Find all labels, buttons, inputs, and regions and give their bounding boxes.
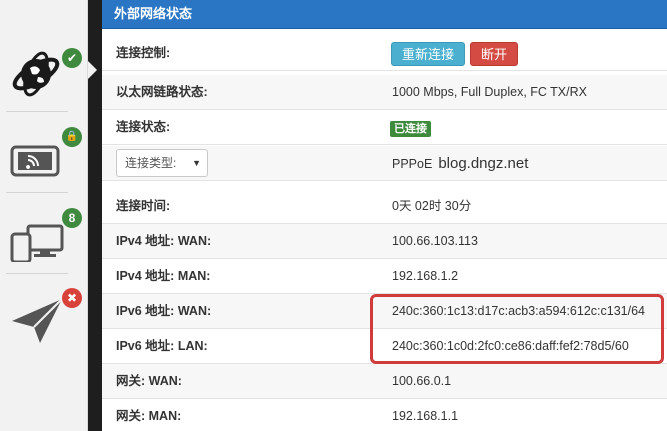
ipv4-man-value: 192.168.1.2 bbox=[392, 269, 459, 283]
gateway-man-value: 192.168.1.1 bbox=[392, 409, 459, 423]
error-badge-icon: ✖ bbox=[62, 288, 82, 308]
wifi-tablet-icon bbox=[10, 125, 66, 181]
status-badge: 已连接 bbox=[390, 121, 431, 137]
connection-status-label: 连接状态: bbox=[116, 120, 171, 134]
reconnect-button[interactable]: 重新连接 bbox=[391, 42, 466, 66]
sidebar-item-network[interactable]: ✔ bbox=[0, 32, 88, 108]
connection-time-label: 连接时间: bbox=[116, 199, 171, 213]
blog-annotation: blog.dngz.net bbox=[438, 155, 529, 172]
check-badge-icon: ✔ bbox=[62, 48, 82, 68]
lock-badge-icon: 🔒 bbox=[62, 127, 82, 147]
gateway-man-label: 网关: MAN: bbox=[116, 409, 182, 423]
row-connection-control: 连接控制: 重新连接 断开 bbox=[102, 36, 667, 71]
row-ethernet-link: 以太网链路状态: 1000 Mbps, Full Duplex, FC TX/R… bbox=[102, 75, 667, 110]
row-gateway-man: 网关: MAN: 192.168.1.1 bbox=[102, 399, 667, 431]
external-network-status-panel: 外部网络状态 连接控制: 重新连接 断开 以太网链路状态: 1000 Mbps,… bbox=[102, 0, 667, 431]
row-connection-type: 连接类型: ▼ PPPoE blog.dngz.net bbox=[102, 146, 667, 181]
globe-network-icon bbox=[10, 44, 66, 100]
divider bbox=[6, 111, 68, 112]
row-connection-status: 连接状态: 已连接 bbox=[102, 110, 667, 145]
gateway-wan-label: 网关: WAN: bbox=[116, 374, 182, 388]
row-ipv4-man: IPv4 地址: MAN: 192.168.1.2 bbox=[102, 259, 667, 294]
divider bbox=[6, 192, 68, 193]
ipv4-wan-value: 100.66.103.113 bbox=[392, 234, 478, 248]
sidebar: ✔ 🔒 8 ✖ bbox=[0, 0, 97, 431]
ipv4-man-label: IPv4 地址: MAN: bbox=[116, 269, 211, 283]
row-gateway-wan: 网关: WAN: 100.66.0.1 bbox=[102, 364, 667, 399]
divider bbox=[6, 273, 68, 274]
device-count-badge: 8 bbox=[62, 208, 82, 228]
disconnect-button[interactable]: 断开 bbox=[470, 42, 519, 66]
paper-plane-icon bbox=[10, 287, 66, 343]
ethernet-link-label: 以太网链路状态: bbox=[116, 85, 208, 99]
chevron-down-icon: ▼ bbox=[192, 158, 201, 168]
row-connection-time: 连接时间: 0天 02时 30分 bbox=[102, 189, 667, 224]
connection-type-text: PPPoE bbox=[392, 157, 433, 171]
ipv6-lan-label: IPv6 地址: LAN: bbox=[116, 339, 208, 353]
ipv4-wan-label: IPv4 地址: WAN: bbox=[116, 234, 212, 248]
gateway-wan-value: 100.66.0.1 bbox=[392, 374, 452, 388]
ipv6-highlight-annotation bbox=[370, 294, 664, 364]
connection-control-label: 连接控制: bbox=[116, 46, 171, 60]
sidebar-item-devices[interactable]: 8 bbox=[0, 194, 88, 270]
row-ipv4-wan: IPv4 地址: WAN: 100.66.103.113 bbox=[102, 224, 667, 259]
ipv6-wan-label: IPv6 地址: WAN: bbox=[116, 304, 212, 318]
active-indicator bbox=[88, 61, 97, 79]
connection-time-value: 0天 02时 30分 bbox=[392, 199, 472, 213]
connection-type-select[interactable]: 连接类型: ▼ bbox=[116, 149, 208, 177]
sidebar-item-wireless[interactable]: 🔒 bbox=[0, 113, 88, 189]
connection-type-select-value: 连接类型: bbox=[125, 156, 177, 170]
panel-title: 外部网络状态 bbox=[102, 0, 667, 29]
connection-type-value: PPPoE blog.dngz.net bbox=[392, 146, 528, 181]
ethernet-link-value: 1000 Mbps, Full Duplex, FC TX/RX bbox=[392, 85, 587, 99]
sidebar-item-remote[interactable]: ✖ bbox=[0, 275, 88, 351]
devices-icon bbox=[10, 206, 66, 264]
